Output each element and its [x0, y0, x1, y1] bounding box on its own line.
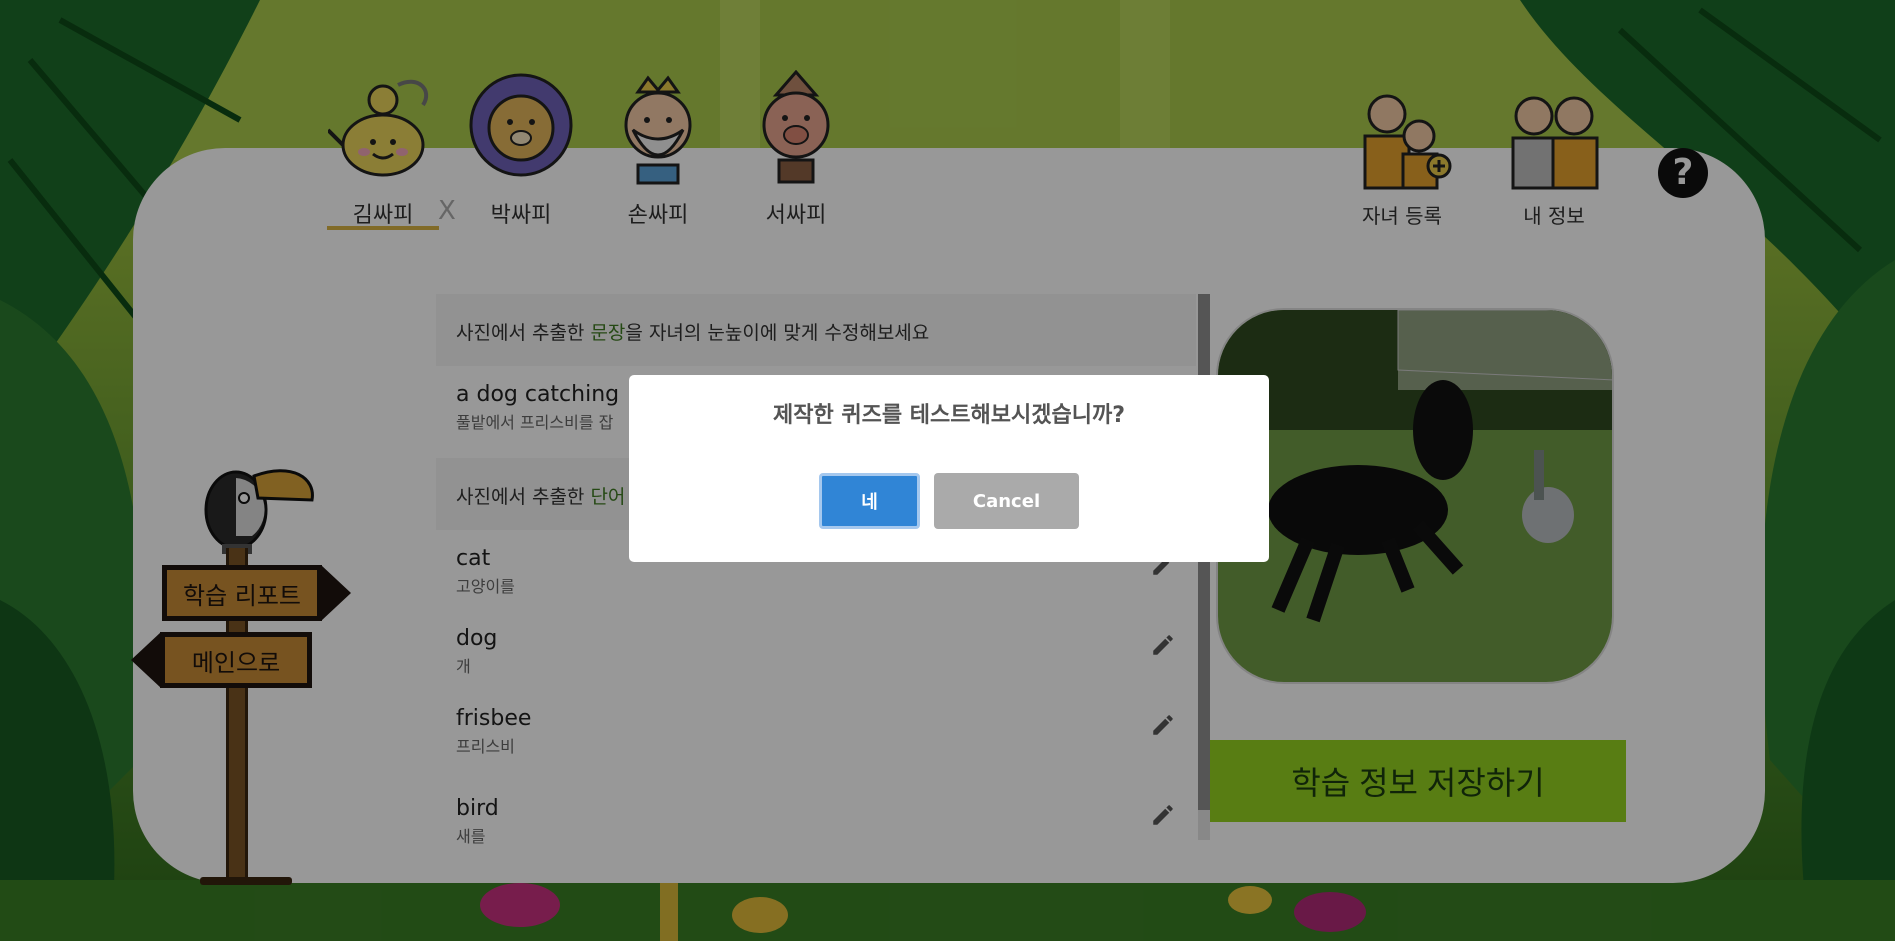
- dialog-message: 제작한 퀴즈를 테스트해보시겠습니까?: [773, 403, 1125, 428]
- confirm-button[interactable]: 네: [819, 473, 920, 529]
- cancel-button[interactable]: Cancel: [934, 473, 1079, 529]
- dialog-actions: 네 Cancel: [629, 473, 1269, 529]
- confirm-dialog: 제작한 퀴즈를 테스트해보시겠습니까? 네 Cancel: [629, 375, 1269, 562]
